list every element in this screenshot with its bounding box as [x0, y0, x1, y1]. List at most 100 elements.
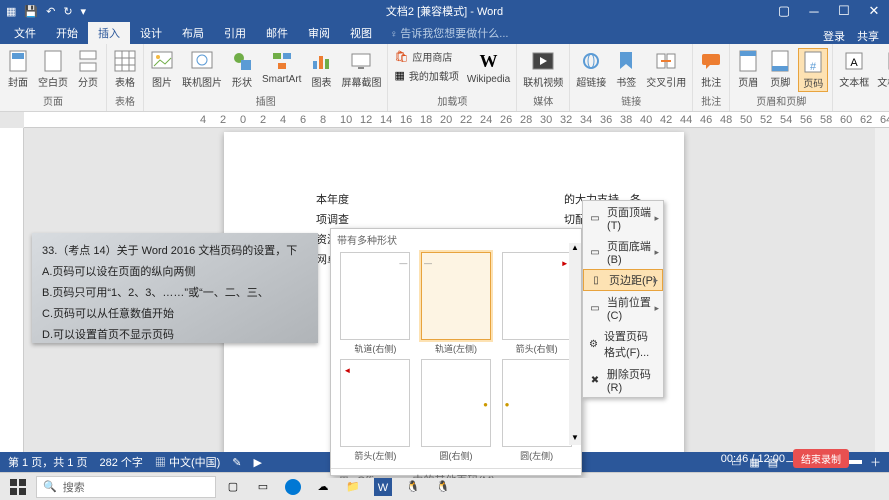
tab-references[interactable]: 引用 — [214, 22, 256, 44]
title-bar: ▦ 💾 ↶ ↻ ▾ 文档2 [兼容模式] - Word ▢ ─ ☐ ✕ — [0, 0, 889, 22]
cross-reference-button[interactable]: 交叉引用 — [644, 48, 688, 90]
minimize-button[interactable]: ─ — [799, 0, 829, 22]
start-button[interactable] — [4, 475, 32, 499]
taskbar-qq2-icon[interactable]: 🐧 — [430, 475, 456, 499]
menu-remove-page-numbers[interactable]: ✖删除页码(R) — [583, 363, 663, 397]
screenshot-button[interactable]: 屏幕截图 — [339, 48, 383, 90]
gallery-item-track-right[interactable]: —轨道(右侧) — [337, 252, 414, 355]
ribbon-tabs: 文件 开始 插入 设计 布局 引用 邮件 审阅 视图 ♀ 告诉我您想要做什么..… — [0, 22, 889, 44]
search-icon: 🔍 — [43, 480, 57, 493]
menu-format-page-numbers[interactable]: ⚙设置页码格式(F)... — [583, 325, 663, 363]
tab-file[interactable]: 文件 — [4, 22, 46, 44]
status-words[interactable]: 282 个字 — [99, 454, 142, 470]
video-time: 00:46 / 12:00 — [721, 453, 785, 465]
group-tables: 表格 — [115, 93, 135, 109]
horizontal-ruler[interactable]: 4202468101214161820222426283032343638404… — [24, 112, 889, 128]
menu-current-position[interactable]: ▭当前位置(C)▸ — [583, 291, 663, 325]
question-photo-overlay: 33.（考点 14）关于 Word 2016 文档页码的设置，下 A.页码可以设… — [32, 233, 318, 343]
tab-design[interactable]: 设计 — [130, 22, 172, 44]
pictures-button[interactable]: 图片 — [148, 48, 176, 90]
taskbar-files-icon[interactable]: 📁 — [340, 475, 366, 499]
quick-parts-button[interactable]: 文档部件 — [875, 48, 889, 90]
page-number-menu: ▭页面顶端(T)▸ ▭页面底端(B)▸ ▯页边距(P)▸ ▭当前位置(C)▸ ⚙… — [582, 200, 664, 398]
end-recording-button[interactable]: 结束录制 — [793, 449, 849, 468]
gallery-item-circle-left[interactable]: ●圆(左侧) — [498, 359, 575, 462]
tab-mailings[interactable]: 邮件 — [256, 22, 298, 44]
document-canvas: 本年度 项调查 资源无 网卓有 的大力支持。各 切配合下，基础 度第 34 次互… — [24, 128, 889, 478]
gallery-item-arrow-left[interactable]: ◄箭头(左侧) — [337, 359, 414, 462]
task-view-icon[interactable]: ▢ — [220, 475, 246, 499]
group-header-footer: 页眉和页脚 — [756, 93, 806, 109]
menu-page-top[interactable]: ▭页面顶端(T)▸ — [583, 201, 663, 235]
smartart-button[interactable]: SmartArt — [260, 48, 303, 86]
group-media: 媒体 — [533, 93, 553, 109]
vertical-ruler[interactable] — [0, 128, 24, 478]
tab-review[interactable]: 审阅 — [298, 22, 340, 44]
tell-me[interactable]: ♀ 告诉我您想要做什么... — [382, 22, 516, 44]
close-button[interactable]: ✕ — [859, 0, 889, 22]
store-button[interactable]: 🛍应用商店 — [392, 48, 460, 65]
gallery-item-circle-right[interactable]: ●圆(右侧) — [418, 359, 495, 462]
taskbar-word-icon[interactable]: W — [370, 475, 396, 499]
header-button[interactable]: 页眉 — [734, 48, 762, 90]
svg-text:A: A — [851, 57, 859, 69]
macro-icon[interactable]: ▶ — [254, 456, 262, 469]
share-button[interactable]: 共享 — [857, 28, 879, 44]
page-number-button[interactable]: #页码 — [798, 48, 828, 92]
wikipedia-button[interactable]: WWikipedia — [465, 48, 512, 86]
hyperlink-button[interactable]: 超链接 — [574, 48, 608, 90]
my-addins-button[interactable]: ▦我的加载项 — [392, 67, 460, 84]
ribbon: 封面 空白页 分页 页面 表格 表格 图片 联机图片 形状 SmartArt 图… — [0, 44, 889, 112]
taskbar-qq-icon[interactable]: 🐧 — [400, 475, 426, 499]
online-video-button[interactable]: 联机视频 — [521, 48, 565, 90]
shapes-button[interactable]: 形状 — [228, 48, 256, 90]
qat-icon[interactable]: ▾ — [81, 5, 87, 18]
cover-page-button[interactable]: 封面 — [4, 48, 32, 90]
vertical-scrollbar[interactable] — [875, 128, 889, 478]
redo-icon[interactable]: ↻ — [63, 5, 72, 18]
video-controls-overlay: 00:46 / 12:00 结束录制 — [721, 449, 849, 468]
svg-text:#: # — [810, 61, 817, 73]
bookmark-button[interactable]: 书签 — [612, 48, 640, 90]
gallery-scrollbar[interactable]: ▲▼ — [569, 243, 581, 445]
page-break-button[interactable]: 分页 — [74, 48, 102, 90]
maximize-button[interactable]: ☐ — [829, 0, 859, 22]
taskbar-edge-icon[interactable] — [280, 475, 306, 499]
taskbar-search[interactable]: 🔍搜索 — [36, 476, 216, 498]
blank-page-button[interactable]: 空白页 — [36, 48, 70, 90]
menu-page-bottom[interactable]: ▭页面底端(B)▸ — [583, 235, 663, 269]
window-title: 文档2 [兼容模式] - Word — [386, 3, 503, 19]
group-pages: 页面 — [43, 93, 63, 109]
svg-text:W: W — [378, 482, 389, 494]
signin-button[interactable]: 登录 — [823, 28, 845, 44]
word-icon: ▦ — [6, 5, 16, 18]
menu-page-margins[interactable]: ▯页边距(P)▸ — [583, 269, 663, 291]
status-page[interactable]: 第 1 页，共 1 页 — [8, 454, 87, 470]
page-number-gallery: 带有多种形状 —轨道(右侧) —轨道(左侧) ►箭头(右侧) ◄箭头(左侧) ●… — [330, 228, 582, 476]
chart-button[interactable]: 图表 — [307, 48, 335, 90]
comment-button[interactable]: 批注 — [697, 48, 725, 90]
gallery-item-arrow-right[interactable]: ►箭头(右侧) — [498, 252, 575, 355]
group-illustrations: 插图 — [256, 93, 276, 109]
tab-home[interactable]: 开始 — [46, 22, 88, 44]
taskbar-cloud-icon[interactable]: ☁ — [310, 475, 336, 499]
tab-layout[interactable]: 布局 — [172, 22, 214, 44]
tab-view[interactable]: 视图 — [340, 22, 382, 44]
online-pictures-button[interactable]: 联机图片 — [180, 48, 224, 90]
undo-icon[interactable]: ↶ — [46, 5, 55, 18]
group-addins: 加载项 — [437, 93, 467, 109]
gallery-item-track-left[interactable]: —轨道(左侧) — [418, 252, 495, 355]
track-changes-icon[interactable]: ✎ — [232, 456, 241, 469]
text-box-button[interactable]: A文本框 — [837, 48, 871, 90]
footer-button[interactable]: 页脚 — [766, 48, 794, 90]
ribbon-options-icon[interactable]: ▢ — [769, 0, 799, 22]
taskbar-explorer-icon[interactable]: ▭ — [250, 475, 276, 499]
quick-access-toolbar: ▦ 💾 ↶ ↻ ▾ — [0, 5, 86, 18]
tab-insert[interactable]: 插入 — [88, 22, 130, 44]
group-comments: 批注 — [701, 93, 721, 109]
save-icon[interactable]: 💾 — [24, 5, 38, 18]
gallery-more-office[interactable]: ▦Office.com 中的其他页码(M) — [331, 469, 581, 478]
table-button[interactable]: 表格 — [111, 48, 139, 90]
status-lang[interactable]: ▦ 中文(中国) — [155, 454, 220, 470]
zoom-in-icon[interactable]: ＋ — [870, 454, 881, 470]
